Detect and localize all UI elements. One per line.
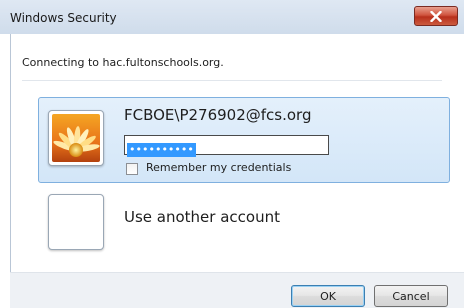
account-username: FCBOE\P276902@fcs.org — [124, 106, 312, 124]
account-tile — [48, 110, 104, 166]
close-icon — [430, 10, 442, 22]
remember-credentials-label[interactable]: Remember my credentials — [146, 161, 291, 174]
divider — [22, 80, 442, 81]
cancel-button[interactable]: Cancel — [374, 285, 448, 307]
blank-user-icon — [52, 198, 100, 246]
close-button[interactable] — [414, 6, 458, 26]
connecting-message: Connecting to hac.fultonschools.org. — [22, 56, 224, 69]
windows-security-dialog: Windows Security Connecting to hac.fulto… — [0, 0, 464, 308]
other-account-tile — [48, 194, 104, 250]
window-title: Windows Security — [10, 11, 117, 25]
title-bar[interactable]: Windows Security — [0, 0, 464, 34]
remember-credentials-checkbox[interactable] — [126, 163, 138, 175]
flower-user-icon — [52, 114, 100, 162]
use-another-account-label: Use another account — [124, 208, 280, 226]
password-field[interactable]: •••••••••• — [124, 135, 329, 157]
ok-button[interactable]: OK — [291, 285, 365, 307]
password-value: •••••••••• — [127, 143, 196, 157]
